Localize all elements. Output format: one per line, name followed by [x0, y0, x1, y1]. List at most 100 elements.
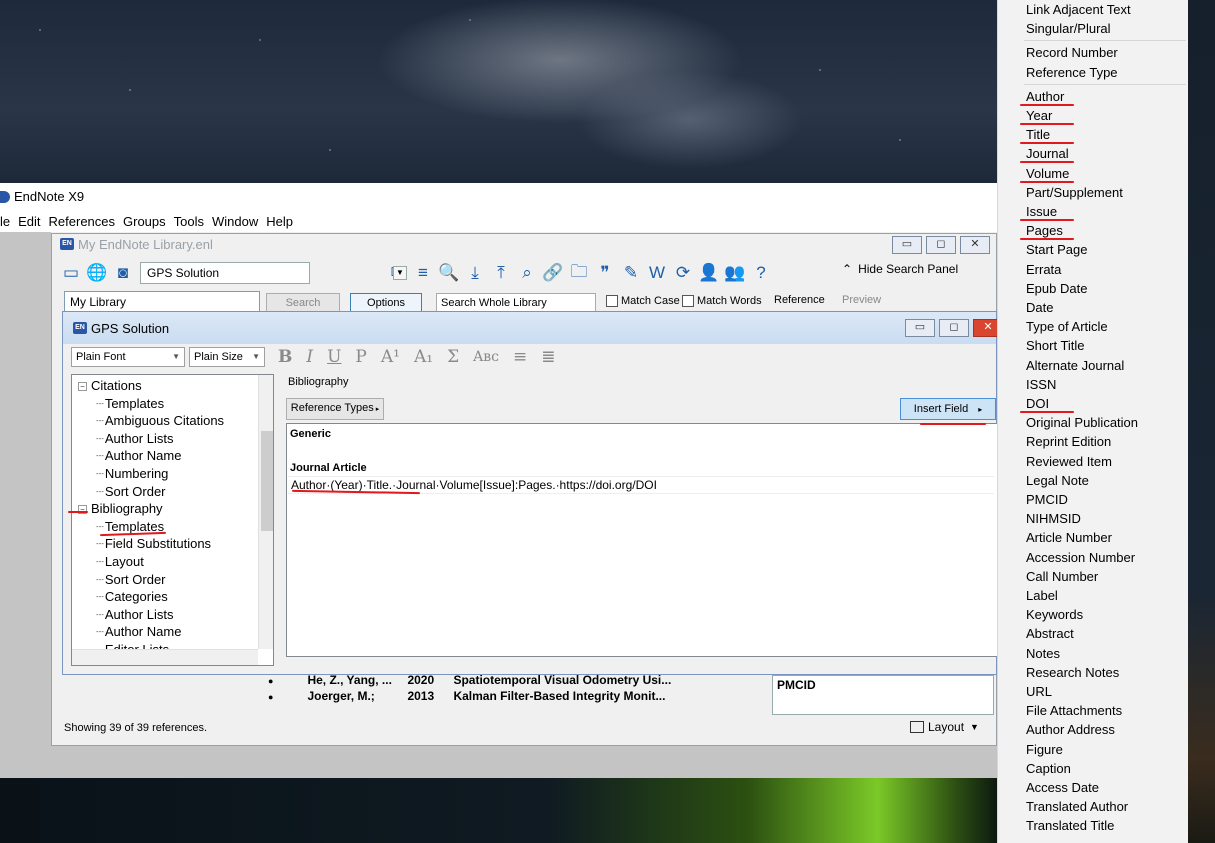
field-menu-item[interactable]: Accession Number — [1026, 548, 1135, 567]
options-button[interactable]: Options — [350, 293, 422, 313]
open-file-icon[interactable]: 🗀 — [566, 261, 592, 285]
field-menu-item[interactable]: Reprint Edition — [1026, 432, 1111, 451]
superscript-icon[interactable]: A¹ — [374, 347, 407, 367]
library-field[interactable]: My Library — [64, 291, 260, 313]
field-menu-item[interactable]: Epub Date — [1026, 279, 1087, 298]
tree-item[interactable]: ┄Author Name — [96, 623, 181, 641]
table-row[interactable]: ● Joerger, M.; 2013 Kalman Filter-Based Int… — [256, 689, 756, 703]
field-menu-item[interactable]: Article Number — [1026, 528, 1112, 547]
output-style-select[interactable]: GPS Solution ▼ — [140, 262, 407, 284]
field-menu-item[interactable]: Author Address — [1026, 720, 1115, 739]
format-bibliography-icon[interactable]: ✎ — [618, 261, 644, 285]
online-search-icon[interactable]: 🔍 — [436, 261, 462, 285]
field-menu-item[interactable]: Notes — [1026, 644, 1060, 663]
new-reference-icon[interactable]: ≡ — [410, 261, 436, 285]
find-full-text-icon[interactable]: ⌕ — [514, 261, 540, 285]
field-menu-item[interactable]: Errata — [1026, 260, 1061, 279]
online-search-mode-icon[interactable]: 🌐 — [84, 261, 110, 285]
menu-item[interactable]: Window — [208, 214, 262, 229]
align-left-icon[interactable]: ≡ — [506, 347, 534, 367]
field-menu-item[interactable]: Call Number — [1026, 567, 1098, 586]
reference-field-box[interactable]: PMCID — [772, 675, 994, 715]
field-menu-item[interactable]: Alternate Journal — [1026, 356, 1124, 375]
match-case-checkbox[interactable]: Match Case — [606, 295, 680, 307]
tree-item[interactable]: ┄Categories — [96, 588, 168, 606]
insert-field-button[interactable]: Insert Field ▸ — [900, 398, 996, 420]
menu-item[interactable]: Groups — [119, 214, 170, 229]
tree-horizontal-scrollbar[interactable] — [72, 649, 258, 665]
menu-item[interactable]: References — [45, 214, 119, 229]
search-button[interactable]: Search — [266, 293, 340, 313]
export-icon[interactable]: ⤒ — [488, 261, 514, 285]
tab-reference[interactable]: Reference — [774, 294, 825, 306]
field-menu-item[interactable]: PMCID — [1026, 490, 1068, 509]
field-menu-item[interactable]: Reviewed Item — [1026, 452, 1112, 471]
match-words-checkbox[interactable]: Match Words — [682, 295, 762, 307]
tree-vertical-scrollbar[interactable] — [258, 375, 273, 649]
symbol-icon[interactable]: Σ — [440, 347, 466, 367]
open-link-icon[interactable]: 🔗 — [540, 261, 566, 285]
field-menu-item[interactable]: Figure — [1026, 740, 1063, 759]
plain-icon[interactable]: P — [348, 347, 373, 367]
field-menu-item[interactable]: Part/Supplement — [1026, 183, 1123, 202]
field-menu-item[interactable]: ISSN — [1026, 375, 1056, 394]
font-select[interactable]: Plain Font ▼ — [71, 347, 185, 367]
justify-icon[interactable]: ≣ — [534, 347, 562, 367]
field-menu-item[interactable]: Start Page — [1026, 240, 1087, 259]
menu-item[interactable]: Edit — [14, 214, 44, 229]
close-button[interactable]: ✕ — [960, 236, 990, 254]
template-text-area[interactable]: Generic Journal Article Author·(Year)·Ti… — [286, 423, 998, 657]
field-menu-item[interactable]: Translated Title — [1026, 816, 1114, 835]
italic-icon[interactable]: I — [299, 347, 320, 367]
menu-item[interactable]: Tools — [170, 214, 208, 229]
integrated-library-mode-icon[interactable]: ◙ — [110, 261, 136, 285]
field-menu-item[interactable]: File Attachments — [1026, 701, 1122, 720]
table-row[interactable]: ● He, Z., Yang, ... 2020 Spatiotemporal Vis… — [256, 673, 756, 687]
field-menu-item[interactable]: Label — [1026, 586, 1058, 605]
sync-icon[interactable]: ⟳ — [670, 261, 696, 285]
field-menu-item[interactable]: Original Publication — [1026, 413, 1138, 432]
field-menu-item[interactable]: Date — [1026, 298, 1053, 317]
field-menu-item[interactable]: Legal Note — [1026, 471, 1089, 490]
search-scope-select[interactable]: Search Whole Library — [436, 293, 596, 313]
tree-item[interactable]: ┄Sort Order — [96, 571, 166, 589]
tree-item[interactable]: ┄Templates — [96, 395, 164, 413]
menu-item[interactable]: le — [0, 214, 14, 229]
tree-item[interactable]: ┄Field Substitutions — [96, 535, 211, 553]
field-menu-item[interactable]: Translated Author — [1026, 797, 1128, 816]
subscript-icon[interactable]: A₁ — [407, 347, 440, 367]
field-menu-item[interactable]: Volume — [1026, 164, 1069, 183]
tree-item[interactable]: ┄Sort Order — [96, 483, 166, 501]
tree-item[interactable]: ┄Numbering — [96, 465, 168, 483]
bold-icon[interactable]: B — [271, 347, 299, 367]
field-menu-item[interactable]: Reference Type — [1026, 63, 1118, 82]
tree-item[interactable]: ┄Layout — [96, 553, 144, 571]
collapse-icon[interactable]: − — [78, 382, 87, 391]
field-menu-item[interactable]: Singular/Plural — [1026, 19, 1111, 38]
minimize-button[interactable]: ▭ — [892, 236, 922, 254]
field-menu-item[interactable]: Caption — [1026, 759, 1071, 778]
minimize-button[interactable]: ▭ — [905, 319, 935, 337]
tree-item[interactable]: ┄Author Lists — [96, 606, 173, 624]
reference-types-button[interactable]: Reference Types ▸ — [286, 398, 384, 420]
tree-item[interactable]: ┄Ambiguous Citations — [96, 412, 224, 430]
manage-sharing-icon[interactable]: 👥 — [722, 261, 748, 285]
share-icon[interactable]: 👤 — [696, 261, 722, 285]
field-menu-item[interactable]: NIHMSID — [1026, 509, 1081, 528]
tree-category[interactable]: − Citations — [78, 377, 142, 395]
chevron-down-icon[interactable]: ▼ — [393, 266, 407, 280]
layout-button[interactable]: Layout ▼ — [910, 720, 979, 734]
field-menu-item[interactable]: Abstract — [1026, 624, 1074, 643]
field-menu-item[interactable]: URL — [1026, 682, 1052, 701]
size-select[interactable]: Plain Size ▼ — [189, 347, 265, 367]
field-menu-item[interactable]: Keywords — [1026, 605, 1083, 624]
tree-item[interactable]: ┄Author Lists — [96, 430, 173, 448]
local-library-mode-icon[interactable]: ▭ — [58, 261, 84, 285]
field-menu-item[interactable]: Short Title — [1026, 336, 1085, 355]
help-icon[interactable]: ? — [748, 261, 774, 285]
underline-icon[interactable]: U — [320, 347, 348, 367]
menu-item[interactable]: Help — [262, 214, 297, 229]
maximize-button[interactable]: ◻ — [939, 319, 969, 337]
hide-search-panel-button[interactable]: ⌃ Hide Search Panel — [842, 262, 958, 276]
field-menu-item[interactable]: Record Number — [1026, 43, 1118, 62]
